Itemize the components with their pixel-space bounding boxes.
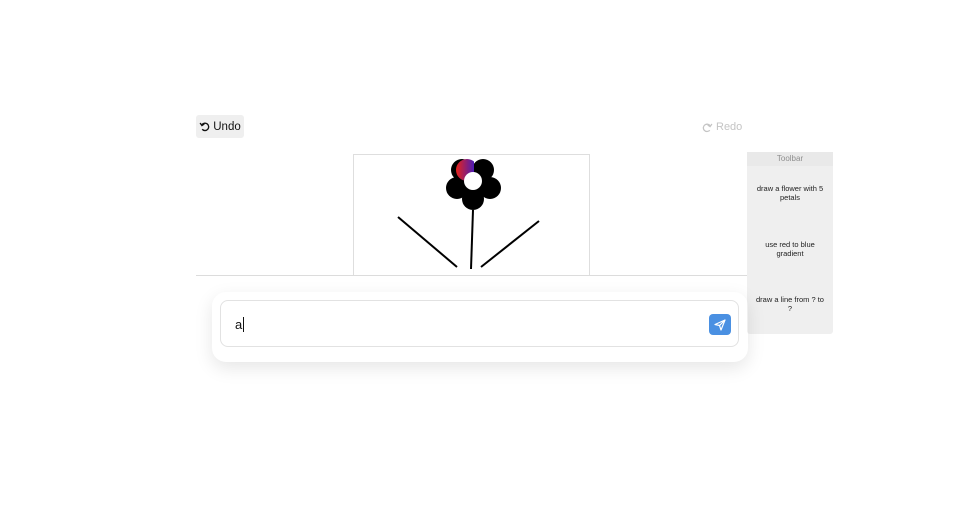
toolbar-item-draw-line[interactable]: draw a line from ? to ?	[755, 295, 825, 313]
undo-arrow-icon	[199, 121, 210, 132]
undo-label: Undo	[213, 120, 241, 133]
chat-box	[220, 300, 739, 347]
drawing-canvas[interactable]	[353, 154, 590, 275]
text-caret	[243, 317, 244, 332]
chat-input[interactable]	[235, 315, 675, 333]
toolbar-panel: Toolbar draw a flower with 5 petals use …	[747, 152, 833, 334]
send-button[interactable]	[709, 314, 731, 335]
drawing-svg	[397, 159, 540, 270]
flower-center	[464, 172, 482, 190]
toolbar-item-draw-flower[interactable]: draw a flower with 5 petals	[755, 184, 825, 202]
redo-label: Redo	[716, 121, 743, 133]
paper-plane-icon	[714, 318, 726, 331]
canvas-divider	[196, 275, 747, 276]
redo-arrow-icon	[702, 122, 713, 133]
flower-stem-lines	[397, 209, 540, 270]
toolbar-title: Toolbar	[747, 152, 833, 166]
redo-button[interactable]: Redo	[702, 118, 742, 136]
toolbar-item-gradient[interactable]: use red to blue gradient	[755, 240, 825, 258]
undo-button[interactable]: Undo	[196, 115, 244, 138]
